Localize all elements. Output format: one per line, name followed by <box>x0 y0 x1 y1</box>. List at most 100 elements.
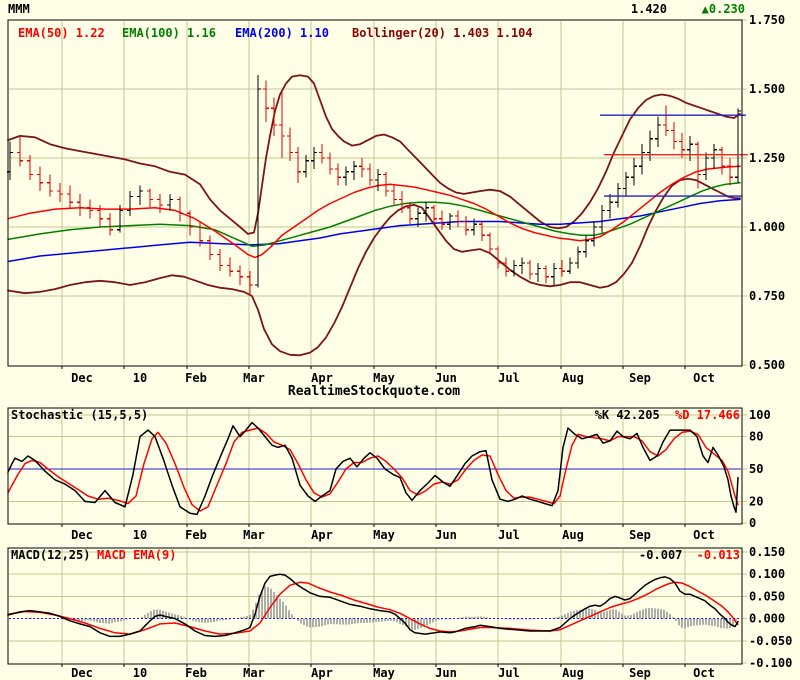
y-axis-label: 0.050 <box>749 589 785 603</box>
legend-ema50: EMA(50) 1.22 <box>18 26 105 40</box>
x-axis-label: Sep <box>629 666 651 680</box>
y-axis-label: -0.050 <box>749 634 792 648</box>
x-axis-label: Aug <box>562 666 584 680</box>
ohlc-bar <box>359 158 365 178</box>
x-axis-label: Apr <box>311 528 333 542</box>
ohlc-bar <box>727 158 733 186</box>
ohlc-bar <box>177 196 183 222</box>
ohlc-bar <box>263 80 269 123</box>
ohlc-bar <box>503 257 509 277</box>
legend-bollinger: Bollinger(20) 1.403 1.104 <box>352 26 533 40</box>
ohlc-bar <box>217 249 223 272</box>
ohlc-bar <box>187 210 193 236</box>
x-axis-label: Feb <box>185 666 207 680</box>
y-axis-label: 20 <box>749 494 763 508</box>
ohlc-bar <box>107 213 113 236</box>
ohlc-bar <box>735 108 741 183</box>
macd-panel-x-axis: Dec 10 Feb Mar Apr May Jun Jul Aug Sep Oct <box>0 666 760 680</box>
percent-d-line <box>7 427 739 512</box>
legend-ema200: EMA(200) 1.10 <box>235 26 329 40</box>
chart-canvas: 1.750 1.500 1.250 1.000 0.750 0.500 100 80 50 20 0… <box>7 13 792 670</box>
ohlc-bar <box>719 147 725 175</box>
macd-signal-label: MACD EMA(9) <box>97 548 177 562</box>
ohlc-bar <box>487 232 493 255</box>
ohlc-bar <box>343 166 349 186</box>
ohlc-bar <box>543 265 549 284</box>
macd-readout: -0.007 -0.013 <box>560 549 740 562</box>
macd-value: -0.007 <box>639 548 683 562</box>
stochastic-title: Stochastic (15,5,5) <box>11 408 149 422</box>
macd-signal-value: -0.013 <box>696 548 740 562</box>
ohlc-bar <box>367 163 373 186</box>
x-axis-label: 10 <box>132 371 148 385</box>
y-axis-label: 1.250 <box>749 151 785 165</box>
y-axis-label: 100 <box>749 408 771 422</box>
ohlc-bar <box>147 188 153 208</box>
ohlc-bar <box>295 147 301 183</box>
x-axis-label: Jun <box>435 371 457 385</box>
macd-panel: 0.1500.1000.0500.000-0.050-0.100 <box>9 545 792 670</box>
macd-title: MACD(12,25) <box>11 548 91 562</box>
ohlc-bar <box>479 221 485 241</box>
ohlc-bar <box>687 135 693 161</box>
x-axis-label: Jun <box>435 666 457 680</box>
ohlc-bar <box>227 257 233 277</box>
ohlc-bar <box>463 216 469 236</box>
ohlc-bar <box>455 210 461 227</box>
indicator-legend: EMA(50) 1.22 EMA(100) 1.16 EMA(200) 1.10… <box>0 27 748 41</box>
ohlc-bar <box>535 262 541 283</box>
price-panel: 1.750 1.500 1.250 1.000 0.750 0.500 <box>9 13 785 372</box>
x-axis-label: May <box>373 371 395 385</box>
ohlc-bar <box>655 116 661 147</box>
price-panel-x-axis: Dec 10 Feb Mar Apr May Jun Jul Aug Sep Oct <box>0 371 760 385</box>
stochastic-panel-x-axis: Dec 10 Feb Mar Apr May Jun Jul Aug Sep Oct <box>0 528 760 542</box>
ohlc-bar <box>607 193 613 219</box>
ohlc-bar <box>237 265 243 285</box>
ohlc-bar <box>519 257 525 274</box>
ohlc-bar <box>551 262 557 285</box>
price-panel-border <box>7 19 743 367</box>
ohlc-bar <box>567 257 573 274</box>
ohlc-bar <box>639 144 645 175</box>
x-axis-label: 10 <box>132 666 148 680</box>
y-axis-label: 50 <box>749 462 763 476</box>
ohlc-bar <box>591 221 597 247</box>
ohlc-bar <box>703 152 709 181</box>
y-axis-label: 0.150 <box>749 545 785 559</box>
macd-series <box>7 573 739 638</box>
x-axis-label: Jun <box>435 528 457 542</box>
ohlc-bar <box>207 235 213 261</box>
x-axis-label: 10 <box>132 528 148 542</box>
ohlc-bar <box>527 260 533 280</box>
x-axis-label: Mar <box>243 371 265 385</box>
ohlc-bar <box>711 144 717 169</box>
gridlines <box>9 21 741 365</box>
ohlc-bar <box>423 202 429 222</box>
ohlc-bar <box>647 130 653 161</box>
legend-ema100: EMA(100) 1.16 <box>122 26 216 40</box>
y-axis-label: 0.500 <box>749 358 785 372</box>
ohlc-bar <box>335 163 341 186</box>
ohlc-bar <box>599 204 605 233</box>
ohlc-bar <box>375 169 381 192</box>
ohlc-bar <box>631 158 637 186</box>
x-axis-label: Sep <box>629 371 651 385</box>
x-axis-label: Aug <box>562 371 584 385</box>
x-axis-label: Feb <box>185 371 207 385</box>
ohlc-bar <box>17 135 23 167</box>
signal-line <box>7 581 739 635</box>
stochastic-d-value: %D 17.466 <box>674 408 740 422</box>
ohlc-bar <box>303 155 309 178</box>
x-axis-label: Jul <box>498 528 520 542</box>
ohlc-bar <box>575 246 581 269</box>
x-axis-label: Oct <box>693 371 715 385</box>
ohlc-bar <box>559 260 565 277</box>
ticker-symbol: MMM <box>8 2 30 16</box>
stochastic-panel-border <box>7 407 743 525</box>
x-axis-label: Sep <box>629 528 651 542</box>
x-axis-label: May <box>373 666 395 680</box>
x-axis-label: Feb <box>185 528 207 542</box>
ohlc-bar <box>157 193 163 214</box>
y-axis-label: 0.100 <box>749 567 785 581</box>
x-axis-label: Mar <box>243 528 265 542</box>
